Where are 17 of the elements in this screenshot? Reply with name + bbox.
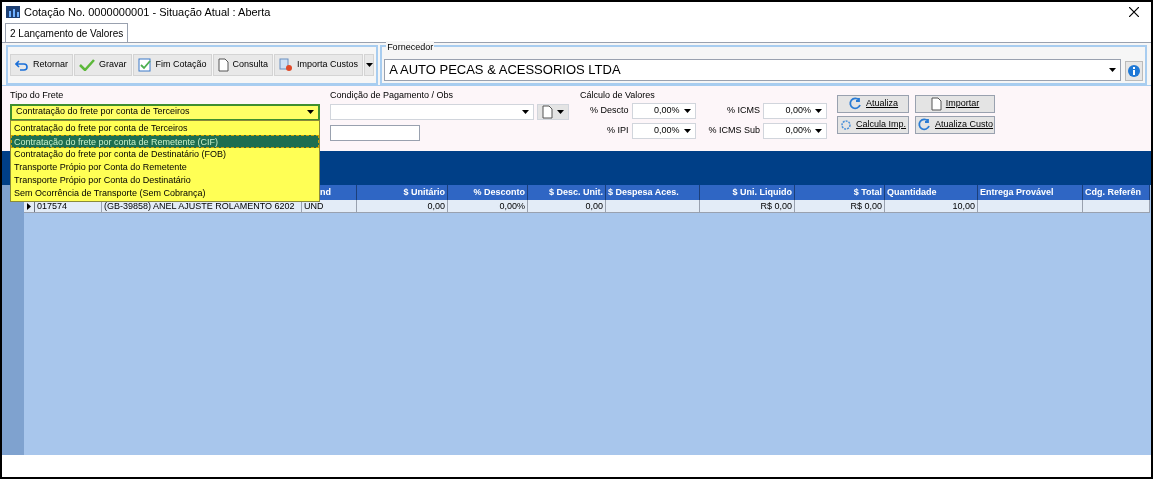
table-cell: R$ 0,00	[795, 200, 885, 212]
table-cell: 0,00%	[448, 200, 528, 212]
table-cell: R$ 0,00	[700, 200, 795, 212]
field-label: % ICMS Sub	[707, 123, 761, 137]
field-label: Condição de Pagamento / Obs	[330, 89, 455, 102]
section-label: Cálculo de Valores	[580, 89, 656, 102]
table-cell: 10,00	[885, 200, 978, 212]
window-title: Cotação No. 0000000001 - Situação Atual : Aberta	[24, 4, 271, 20]
table-cell: 0,00	[357, 200, 448, 212]
field-label: Tipo do Frete	[10, 89, 65, 102]
field-label: % ICMS	[726, 103, 761, 117]
table-cell: UND	[302, 200, 357, 212]
table-cell: 0,00	[528, 200, 606, 212]
field-label: % IPI	[606, 123, 629, 137]
table-cell: (GB-39858) ANEL AJUSTE ROLAMENTO 6202	[102, 200, 302, 212]
field-label: % Descto	[589, 103, 629, 117]
table-cell: 017574	[35, 200, 102, 212]
